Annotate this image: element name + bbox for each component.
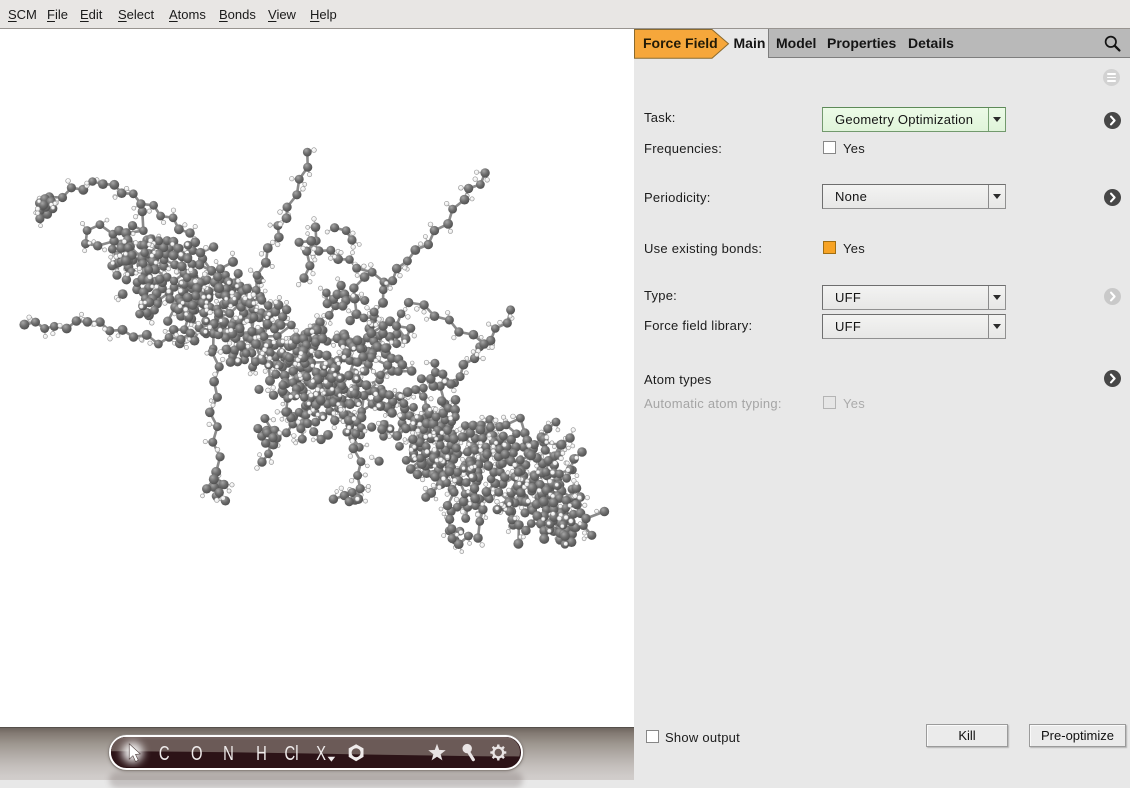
svg-text:O: O [191, 742, 203, 765]
svg-text:C: C [159, 742, 170, 765]
svg-text:H: H [256, 742, 267, 765]
svg-text:Cl: Cl [285, 742, 299, 765]
svg-text:X: X [316, 742, 326, 765]
svg-text:N: N [223, 742, 234, 765]
